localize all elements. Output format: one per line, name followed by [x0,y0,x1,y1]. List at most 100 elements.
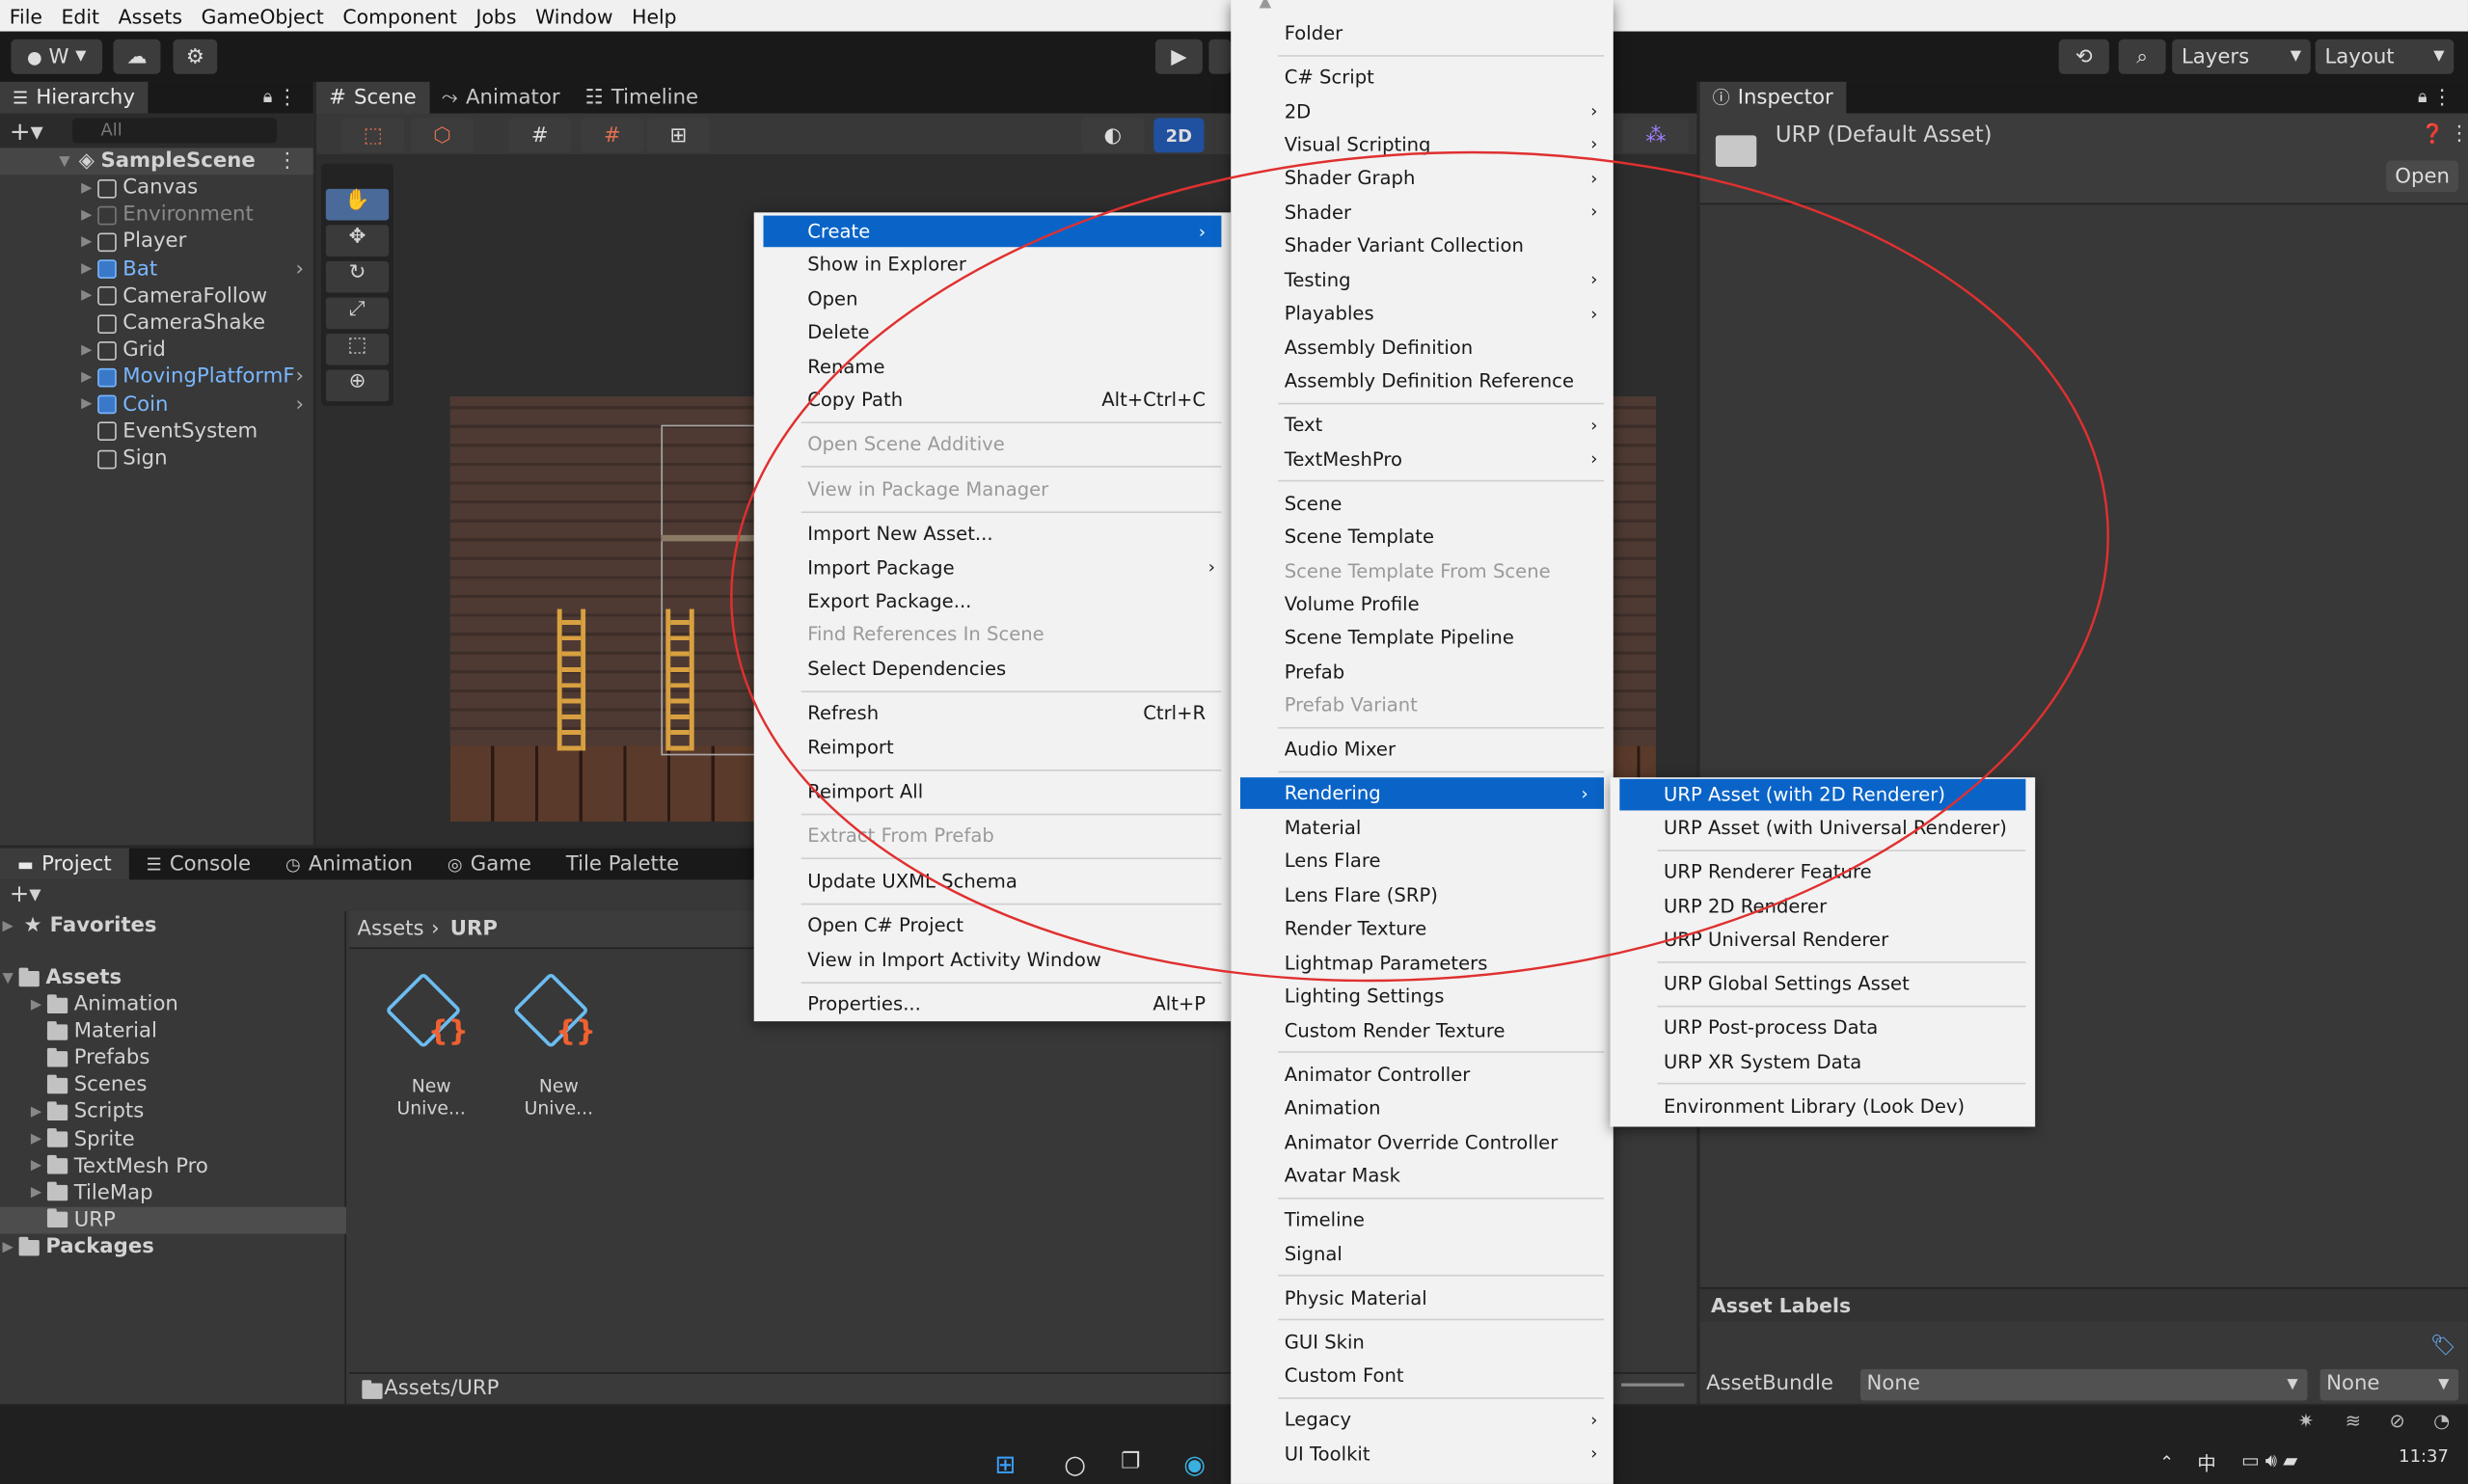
menu-item[interactable]: URP XR System Data [1611,1046,2036,1078]
hierarchy-item[interactable]: ▶ CameraFollow [0,283,313,310]
menu-item[interactable]: Delete [754,316,1231,348]
ime-indicator[interactable]: 中 [2197,1449,2216,1476]
increment-snap-dropdown[interactable]: # [581,118,644,153]
menu-item[interactable]: Testing › [1231,264,1614,296]
layout-dropdown[interactable]: Layout ▼ [2315,39,2454,74]
expand-arrow-icon[interactable]: ▶ [79,342,95,358]
expand-arrow-icon[interactable]: ▶ [79,207,95,223]
tray-icons[interactable]: ▭ 🔊︎ ▰ [2241,1449,2297,1472]
menu-item[interactable]: Signal [1231,1238,1614,1270]
menu-item[interactable]: Custom Render Texture [1231,1014,1614,1046]
task-view-icon[interactable]: ❐ [1121,1449,1141,1474]
hierarchy-item[interactable]: ▶ Coin › [0,391,313,418]
menu-item[interactable]: Folder [1231,17,1614,49]
lock-icon[interactable]: 🔒︎ [263,87,273,109]
expand-arrow-icon[interactable]: ▶ [79,180,95,196]
menu-item[interactable]: Open [754,283,1231,314]
menu-item[interactable]: Legacy › [1231,1404,1614,1436]
menu-item[interactable]: Custom Font [1231,1360,1614,1391]
menu-item[interactable]: Reimport All [754,776,1231,808]
scene-row[interactable]: ▼ ◈ SampleScene ⋮ [0,148,313,175]
folder-item[interactable]: ▶ TileMap [0,1179,346,1206]
transform-tool-icon[interactable]: ⊕ [325,369,390,402]
expand-arrow-icon[interactable]: ▶ [79,234,95,250]
menu-item[interactable]: Playables › [1231,298,1614,330]
menu-item[interactable]: Text › [1231,410,1614,442]
expand-arrow-icon[interactable]: ▶ [28,1131,43,1147]
chevron-right-icon[interactable]: › [295,392,303,416]
tab-hierarchy[interactable]: ☰ Hierarchy [0,81,148,114]
cache-icon[interactable]: ≋ [2346,1410,2361,1432]
hand-tool-icon[interactable]: ✋ [325,188,390,221]
menu-item[interactable]: Physic Material [1231,1282,1614,1313]
menu-item[interactable]: UI Toolkit › [1231,1438,1614,1470]
expand-arrow-icon[interactable]: ▶ [79,369,95,385]
lock-icon[interactable]: 🔒︎ [2418,87,2427,109]
hierarchy-item[interactable]: ▶ MovingPlatformF › [0,364,313,391]
menu-item[interactable]: URP 2D Renderer [1611,890,2036,922]
menu-item[interactable]: Refresh Ctrl+R [754,697,1231,729]
folder-item[interactable]: ▶ Sprite [0,1126,346,1153]
menu-item[interactable]: Shader Graph › [1231,163,1614,195]
expand-arrow-icon[interactable]: ▶ [28,1104,43,1120]
menu-item[interactable]: Import Package › [754,552,1231,583]
menu-item[interactable]: 2D › [1231,95,1614,127]
menu-item[interactable]: Export Package... [754,585,1231,617]
draw-mode-dropdown[interactable]: ◐ [1081,118,1145,153]
menu-item[interactable]: Material [1231,812,1614,844]
packages-row[interactable]: ▶ Packages [0,1233,346,1260]
asset-tile[interactable]: {} New Unive... [502,971,612,1119]
add-icon[interactable]: +▾ [10,117,43,147]
menu-item[interactable]: Environment Library (Look Dev) [1611,1090,2036,1121]
progress-icon[interactable]: ◔ [2433,1410,2450,1432]
account-button[interactable]: ● W ▼ [11,39,103,74]
menu-item[interactable]: Copy Path Alt+Ctrl+C [754,384,1231,416]
menu-help[interactable]: Help [622,4,686,27]
menu-assets[interactable]: Assets [109,4,192,27]
menu-item[interactable]: Properties... Alt+P [754,988,1231,1020]
folder-item[interactable]: URP [0,1206,347,1234]
network-icon[interactable]: ⊘ [2389,1410,2404,1432]
menu-item[interactable]: Scene Template Pipeline [1231,622,1614,654]
2d-toggle[interactable]: 2D [1153,118,1205,153]
menu-item[interactable]: Open C# Project [754,910,1231,942]
tool-handle-dropdown[interactable]: ⬚ [341,118,405,153]
menu-jobs[interactable]: Jobs [467,4,527,27]
folder-item[interactable]: ▶ Animation [0,991,346,1018]
hierarchy-item[interactable]: ▶ Environment [0,202,313,229]
menu-item[interactable]: Timeline [1231,1204,1614,1236]
menu-item[interactable]: Volume Profile [1231,588,1614,620]
assetbundle-dropdown[interactable]: None ▼ [1860,1368,2308,1401]
bug-icon[interactable]: ✷ [2298,1410,2314,1432]
menu-edit[interactable]: Edit [52,4,109,27]
hierarchy-item[interactable]: ▶ Grid [0,337,313,364]
more-icon[interactable]: ⋮ [277,86,297,109]
menu-item[interactable]: Animation [1231,1093,1614,1124]
menu-item[interactable]: Lens Flare [1231,846,1614,877]
chevron-right-icon[interactable]: › [295,365,303,389]
menu-file[interactable]: File [0,4,52,27]
menu-item[interactable]: Visual Scripting › [1231,129,1614,161]
menu-item[interactable]: TextMeshPro › [1231,444,1614,475]
more-icon[interactable]: ⋮ [2431,86,2452,109]
tab-animation[interactable]: ◷ Animation [268,849,430,880]
add-icon[interactable]: +▾ [10,879,41,907]
folder-item[interactable]: ▶ TextMesh Pro [0,1153,346,1180]
menu-item[interactable]: Animator Controller [1231,1059,1614,1091]
menu-item[interactable]: URP Renderer Feature [1611,856,2036,888]
folder-item[interactable]: Scenes [0,1072,346,1099]
menu-item[interactable]: Animator Override Controller [1231,1126,1614,1158]
hierarchy-item[interactable]: ▶ Canvas [0,175,313,202]
menu-item[interactable]: Render Texture [1231,913,1614,945]
menu-item[interactable]: Update UXML Schema [754,865,1231,897]
cloud-button[interactable]: ☁ [113,39,161,74]
folder-item[interactable]: ▶ Scripts [0,1099,346,1126]
favorites-row[interactable]: ▶ ★ Favorites [0,913,346,940]
menu-item[interactable]: URP Asset (with Universal Renderer) [1611,813,2036,845]
more-icon[interactable]: ⋮ [277,149,297,173]
menu-item[interactable]: URP Universal Renderer [1611,924,2036,956]
layers-dropdown[interactable]: Layers ▼ [2172,39,2311,74]
gizmos-dropdown[interactable]: ⁂ [1622,118,1690,153]
menu-item[interactable]: Assembly Definition [1231,332,1614,364]
menu-item[interactable]: Select Dependencies [754,653,1231,685]
